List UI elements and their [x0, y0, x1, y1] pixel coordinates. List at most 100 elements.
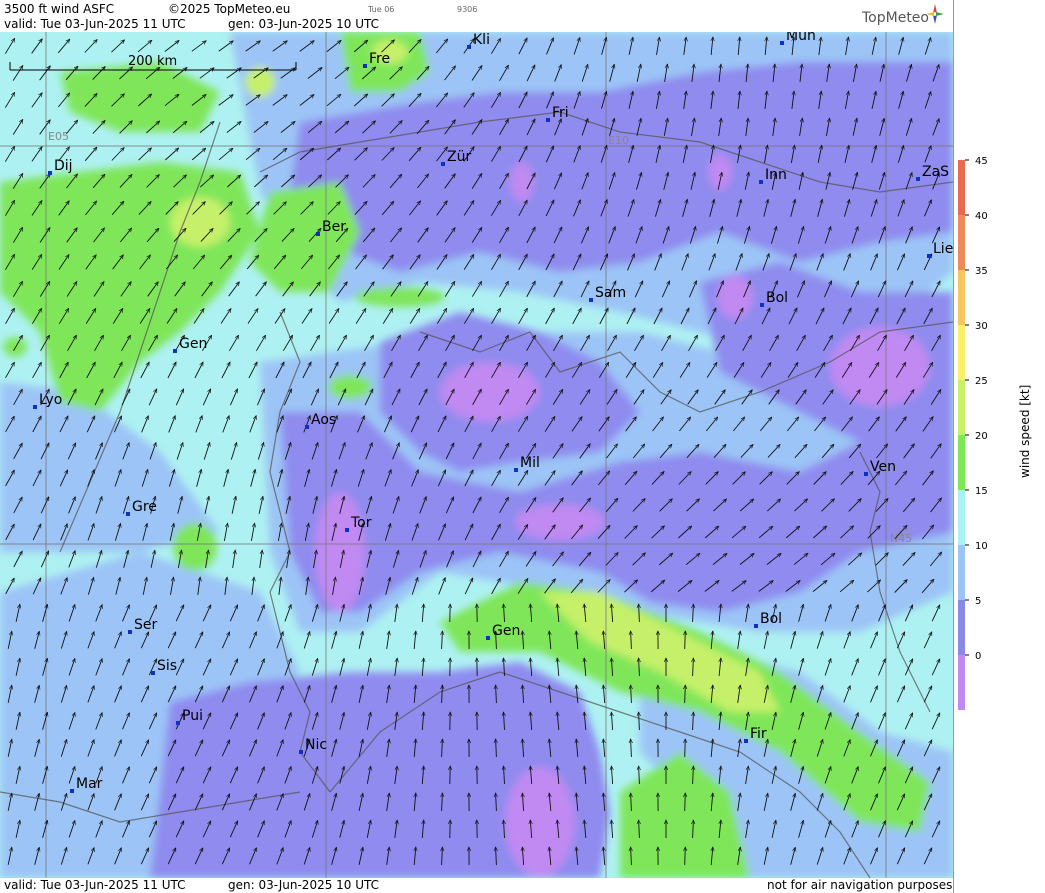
- city-dot: [299, 750, 303, 754]
- city-label: Tor: [350, 515, 372, 531]
- valid-time: valid: Tue 03-Jun-2025 11 UTC: [4, 17, 186, 31]
- city-dot: [754, 624, 758, 628]
- city-dot: [589, 298, 593, 302]
- city-dot: [514, 468, 518, 472]
- topmeteo-logo[interactable]: TopMeteo: [862, 4, 944, 26]
- city-dot: [305, 425, 309, 429]
- city-label: Dij: [54, 158, 73, 174]
- core-1: [170, 197, 230, 247]
- city-marker: Mün: [780, 32, 816, 45]
- city-dot: [173, 349, 177, 353]
- wind-speed-legend: 45 40 35 30 25 20 15 10 5 0 wind speed [kt]: [953, 0, 1032, 893]
- legend-color-bar: [958, 215, 965, 270]
- city-dot: [467, 45, 471, 49]
- core-2: [245, 67, 275, 97]
- grid-label-e10: E10: [608, 134, 629, 147]
- wind-arrow: [685, 847, 686, 866]
- wind-arrow: [685, 631, 686, 650]
- city-label: Ven: [870, 459, 896, 475]
- city-label: Gre: [132, 499, 157, 515]
- calm-spot-4: [830, 327, 930, 407]
- city-label: Inn: [765, 167, 787, 183]
- green-spot-1: [173, 523, 217, 571]
- green-spot-4: [3, 337, 27, 357]
- footer-valid-time: valid: Tue 03-Jun-2025 11 UTC: [4, 878, 186, 892]
- legend-tick-label: 15: [975, 486, 988, 497]
- city-label: Fri: [552, 105, 569, 121]
- calm-spot-5: [505, 767, 575, 877]
- legend-tick-label: 30: [975, 321, 988, 332]
- legend-tick-label: 20: [975, 431, 988, 442]
- legend-tick-label: 40: [975, 211, 988, 222]
- city-label: Bol: [760, 611, 782, 627]
- city-label: Nic: [305, 737, 327, 753]
- green-spot-2: [328, 375, 372, 399]
- city-dot: [927, 254, 931, 258]
- city-label: Kli: [473, 32, 490, 48]
- city-label: ZaS: [922, 164, 949, 180]
- city-label: Gen: [492, 623, 520, 639]
- city-dot: [363, 64, 367, 68]
- city-dot: [345, 528, 349, 532]
- city-dot: [760, 303, 764, 307]
- wind-arrow: [685, 739, 686, 758]
- footer-generated-time: gen: 03-Jun-2025 10 UTC: [228, 878, 380, 892]
- city-dot: [128, 630, 132, 634]
- city-label: Mar: [76, 776, 103, 792]
- city-label: Mil: [520, 455, 540, 471]
- legend-color-bar: [958, 600, 965, 655]
- city-dot: [744, 739, 748, 743]
- tiny-code: 9306: [457, 5, 478, 14]
- product-title: 3500 ft wind ASFC: [4, 2, 115, 16]
- city-marker: Gen: [486, 623, 520, 640]
- city-dot: [759, 180, 763, 184]
- city-dot: [486, 636, 490, 640]
- legend-color-bar: [958, 435, 965, 490]
- legend-color-bar: [958, 160, 965, 215]
- legend-tick-label: 5: [975, 596, 981, 607]
- wind-map[interactable]: E05 E10 N45 200 km Fre Kli Mün Fri Dij Zür Inn…: [0, 32, 953, 878]
- legend-color-bar: [958, 380, 965, 435]
- city-label: Ber: [322, 219, 346, 235]
- tiny-day: Tue 06: [368, 5, 395, 14]
- legend-tick-label: 45: [975, 156, 988, 167]
- city-dot: [916, 177, 920, 181]
- grid-label-e05: E05: [48, 130, 69, 143]
- legend-color-bar: [958, 325, 965, 380]
- city-dot: [546, 118, 550, 122]
- city-dot: [176, 721, 180, 725]
- city-dot: [316, 232, 320, 236]
- city-label: Fre: [369, 51, 390, 67]
- scale-label: 200 km: [128, 54, 177, 69]
- city-dot: [70, 789, 74, 793]
- city-label: Fir: [750, 726, 767, 742]
- city-label: Sis: [157, 658, 177, 674]
- city-label: Lie: [933, 241, 953, 257]
- city-dot: [151, 671, 155, 675]
- city-label: Ser: [134, 617, 158, 633]
- city-dot: [48, 171, 52, 175]
- legend-tick-label: 25: [975, 376, 988, 387]
- city-label: Lyo: [39, 392, 62, 408]
- legend-color-bar: [958, 270, 965, 325]
- city-label: Sam: [595, 285, 626, 301]
- legend-color-bar: [958, 655, 965, 710]
- calm-spot-2: [315, 492, 365, 612]
- copyright: ©2025 TopMeteo.eu: [168, 2, 291, 16]
- city-dot: [780, 41, 784, 45]
- legend-color-bar: [958, 545, 965, 600]
- city-marker: Gen: [173, 336, 207, 353]
- disclaimer: not for air navigation purposes: [767, 878, 953, 892]
- legend-title: wind speed [kt]: [1018, 385, 1032, 478]
- city-dot: [126, 512, 130, 516]
- legend-color-bar: [958, 490, 965, 545]
- calm-spot-1: [440, 362, 540, 422]
- city-label: Aos: [311, 412, 336, 428]
- city-label: Pui: [182, 708, 203, 724]
- city-label: Bol: [766, 290, 788, 306]
- city-dot: [441, 162, 445, 166]
- city-dot: [33, 405, 37, 409]
- grid-label-n45: N45: [890, 532, 912, 545]
- city-label: Mün: [786, 32, 816, 44]
- compass-icon: [926, 4, 944, 24]
